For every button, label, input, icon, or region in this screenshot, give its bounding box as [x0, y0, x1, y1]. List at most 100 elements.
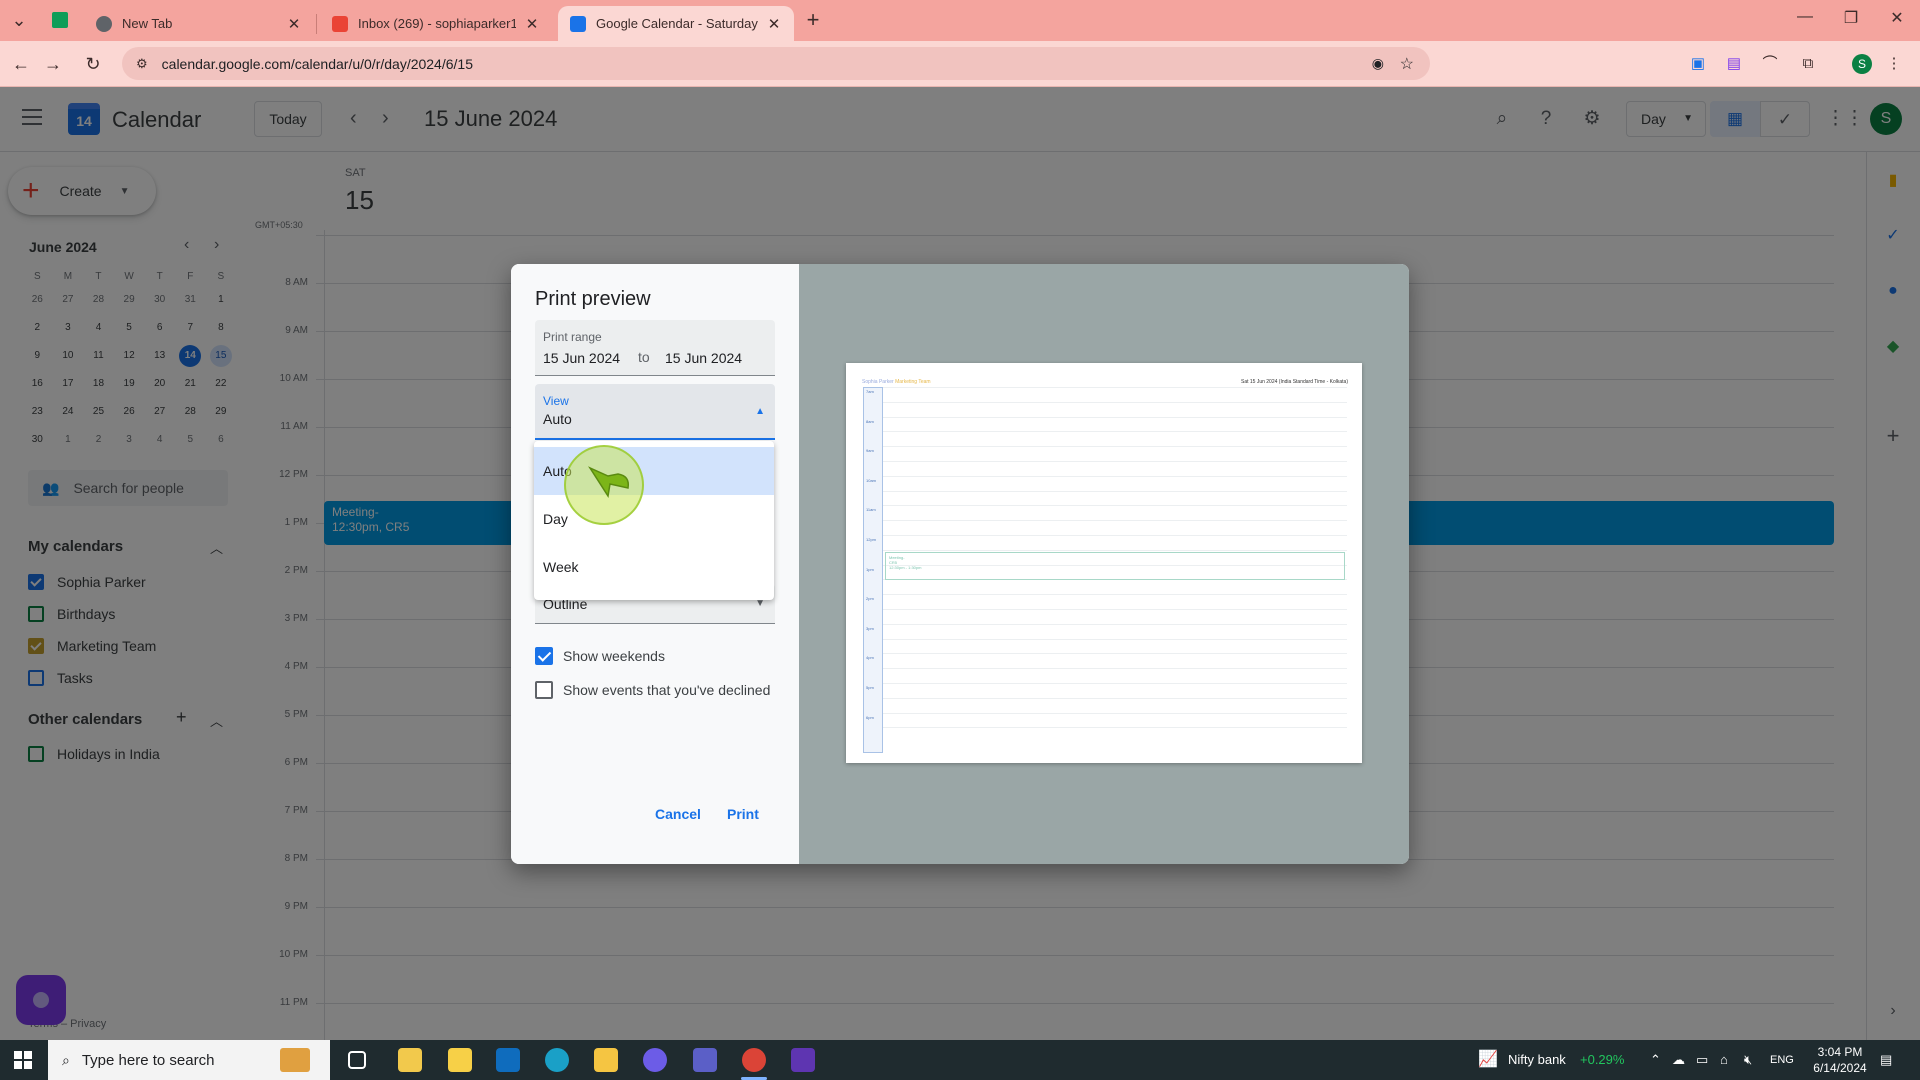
- pinned-app-icon[interactable]: [791, 1048, 815, 1072]
- outlook-icon[interactable]: [496, 1048, 520, 1072]
- clock-time: 3:04 PM: [1817, 1045, 1863, 1059]
- taskbar-clock[interactable]: 3:04 PM 6/14/2024: [1800, 1044, 1880, 1076]
- media-app-icon[interactable]: [643, 1048, 667, 1072]
- preview-half-row: [883, 609, 1347, 610]
- preview-hour-label: 8am: [866, 418, 874, 424]
- preview-half-row: [883, 638, 1347, 640]
- view-value: Auto: [543, 411, 572, 427]
- preview-half-row: [883, 668, 1347, 670]
- new-tab-button[interactable]: +: [800, 7, 826, 33]
- ticker-name[interactable]: Nifty bank: [1508, 1040, 1566, 1080]
- profile-avatar[interactable]: S: [1852, 54, 1872, 74]
- bookmark-star-icon[interactable]: ☆: [1400, 54, 1414, 74]
- stock-chart-icon: 📈: [1478, 1051, 1498, 1068]
- preview-half-row: [883, 697, 1347, 699]
- preview-half-row: [883, 490, 1347, 492]
- forward-icon[interactable]: →: [40, 51, 66, 77]
- task-view-icon[interactable]: [348, 1051, 366, 1069]
- onedrive-icon[interactable]: ☁: [1672, 1040, 1685, 1080]
- tab-gmail[interactable]: Inbox (269) - sophiaparker14oc ✕: [320, 6, 552, 41]
- extension-icon[interactable]: ▤: [1724, 54, 1744, 74]
- language-indicator[interactable]: ENG: [1770, 1040, 1794, 1080]
- minimize-button[interactable]: —: [1782, 8, 1828, 32]
- extension-icon[interactable]: ⌒: [1760, 54, 1780, 74]
- preview-hour-row: [883, 653, 1347, 655]
- preview-hour-row: [883, 475, 1347, 477]
- extensions-puzzle-icon[interactable]: ⧉: [1798, 54, 1818, 74]
- show-weekends-checkbox[interactable]: [535, 647, 553, 665]
- sheets-pinned-tab[interactable]: [52, 12, 68, 28]
- preview-hour-label: 9am: [866, 448, 874, 454]
- print-button[interactable]: Print: [727, 806, 759, 822]
- chrome-icon[interactable]: [742, 1048, 766, 1072]
- show-declined-label: Show events that you've declined: [563, 682, 771, 698]
- tab-search-chevron-icon[interactable]: ⌄: [6, 7, 32, 33]
- preview-hour-label: 12pm: [866, 537, 877, 542]
- teams-icon[interactable]: [693, 1048, 717, 1072]
- preview-hour-label: 6pm: [866, 714, 874, 720]
- show-declined-option[interactable]: Show events that you've declined: [535, 681, 770, 699]
- gmail-icon: [332, 15, 348, 32]
- preview-half-row: [883, 431, 1347, 433]
- close-tab-icon[interactable]: ✕: [766, 15, 782, 33]
- view-select[interactable]: View Auto ▲: [535, 384, 775, 440]
- tab-google-calendar[interactable]: Google Calendar - Saturday, 15 ✕: [558, 6, 794, 41]
- tray-chevron-up-icon[interactable]: ⌃: [1650, 1040, 1661, 1080]
- sticky-notes-icon[interactable]: [448, 1048, 472, 1072]
- preview-hour-label: 10am: [866, 477, 877, 483]
- browser-menu-icon[interactable]: ⋮: [1884, 54, 1904, 74]
- preview-calendar-name: Marketing Team: [895, 379, 931, 385]
- file-explorer-icon[interactable]: [398, 1048, 422, 1072]
- view-label: View: [543, 394, 569, 408]
- preview-hour-row: [883, 387, 1347, 388]
- reload-icon[interactable]: ↻: [80, 51, 106, 77]
- battery-icon[interactable]: ▭: [1696, 1040, 1708, 1080]
- range-to-input[interactable]: 15 Jun 2024: [665, 350, 742, 366]
- notes-app-icon[interactable]: [594, 1048, 618, 1072]
- close-tab-icon[interactable]: ✕: [524, 15, 540, 33]
- view-option-week[interactable]: Week: [534, 543, 774, 591]
- preview-hour-label: 3pm: [866, 625, 874, 631]
- restore-button[interactable]: ❐: [1828, 8, 1874, 32]
- back-icon[interactable]: ←: [8, 51, 34, 77]
- preview-half-row: [883, 401, 1347, 403]
- preview-half-row: [883, 520, 1347, 522]
- preview-half-row: [883, 461, 1347, 462]
- preview-hour-label: 5pm: [866, 685, 874, 690]
- range-from-input[interactable]: 15 Jun 2024: [543, 350, 620, 366]
- show-declined-checkbox[interactable]: [535, 681, 553, 699]
- preview-hour-row: [883, 623, 1347, 625]
- tab-divider: [316, 14, 317, 34]
- dialog-title: Print preview: [535, 288, 651, 310]
- show-weekends-option[interactable]: Show weekends: [535, 647, 665, 665]
- tracking-icon[interactable]: ◉: [1372, 55, 1384, 72]
- extension-icon[interactable]: ▣: [1688, 54, 1708, 74]
- windows-start-icon[interactable]: [14, 1051, 32, 1069]
- preview-half-row: [883, 727, 1347, 729]
- chrome-icon: [96, 15, 112, 32]
- network-icon[interactable]: ⌂: [1720, 1040, 1728, 1080]
- browser-toolbar: ← → ↻ ⚙ calendar.google.com/calendar/u/0…: [0, 41, 1920, 87]
- edge-icon[interactable]: [545, 1048, 569, 1072]
- notifications-icon[interactable]: ▤: [1880, 1040, 1892, 1080]
- cancel-button[interactable]: Cancel: [655, 806, 701, 822]
- tab-title: Inbox (269) - sophiaparker14oc: [358, 16, 516, 31]
- taskbar-search-box[interactable]: ⌕ Type here to search: [48, 1040, 330, 1080]
- show-weekends-label: Show weekends: [563, 648, 665, 664]
- print-range-label: Print range: [543, 330, 602, 344]
- preview-hour-row: [883, 594, 1347, 596]
- print-preview-area: Sophia Parker Marketing Team Sat 15 Jun …: [799, 264, 1409, 864]
- preview-hour-row: [883, 683, 1347, 684]
- ticker-value: +0.29%: [1580, 1052, 1625, 1067]
- address-bar[interactable]: ⚙ calendar.google.com/calendar/u/0/r/day…: [122, 47, 1430, 80]
- preview-date-header: Sat 15 Jun 2024 (India Standard Time - K…: [1240, 379, 1348, 385]
- volume-muted-icon[interactable]: 🔇︎: [1744, 1040, 1752, 1080]
- tab-new-tab[interactable]: New Tab ✕: [84, 6, 314, 41]
- preview-hour-label: 2pm: [866, 596, 874, 602]
- print-range-field: Print range 15 Jun 2024 to 15 Jun 2024: [535, 320, 775, 376]
- preview-page: Sophia Parker Marketing Team Sat 15 Jun …: [846, 363, 1362, 763]
- preview-hour-label: 1pm: [866, 566, 874, 572]
- close-tab-icon[interactable]: ✕: [286, 15, 302, 33]
- site-info-icon[interactable]: ⚙: [136, 56, 148, 72]
- close-window-button[interactable]: ✕: [1874, 8, 1920, 32]
